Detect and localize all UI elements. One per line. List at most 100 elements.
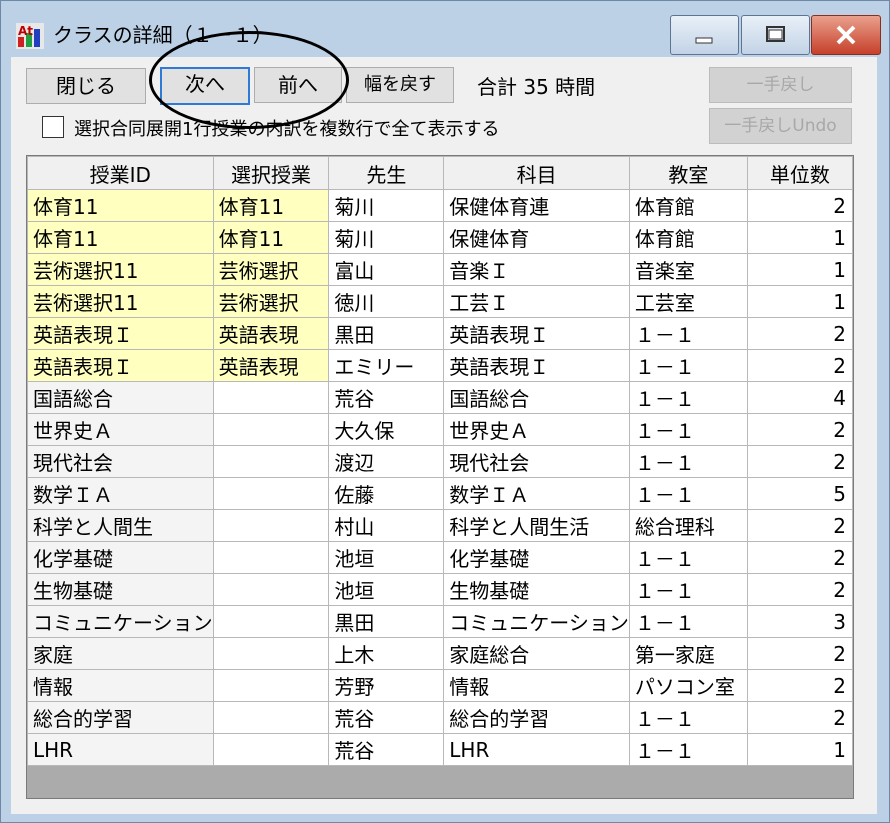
- lesson-id-cell[interactable]: 化学基礎: [27, 541, 214, 574]
- table-row[interactable]: 体育11 体育11 菊川 保健体育連 体育館 2: [27, 189, 853, 222]
- table-row[interactable]: 世界史Ａ 大久保 世界史Ａ １－１ 2: [27, 413, 853, 446]
- show-all-rows-checkbox[interactable]: [42, 116, 64, 138]
- room-cell[interactable]: 第一家庭: [628, 637, 748, 670]
- teacher-cell[interactable]: 黒田: [328, 605, 445, 638]
- header-elective[interactable]: 選択授業: [212, 156, 330, 190]
- elective-cell[interactable]: [212, 733, 330, 766]
- lesson-id-cell[interactable]: 生物基礎: [27, 573, 214, 606]
- table-row[interactable]: 体育11 体育11 菊川 保健体育 体育館 1: [27, 221, 853, 254]
- elective-cell[interactable]: [212, 413, 330, 446]
- table-row[interactable]: コミュニケーション 黒田 コミュニケーション １－１ 3: [27, 605, 853, 638]
- lesson-id-cell[interactable]: 世界史Ａ: [27, 413, 214, 446]
- subject-cell[interactable]: 科学と人間生活: [443, 509, 630, 542]
- teacher-cell[interactable]: 渡辺: [328, 445, 445, 478]
- room-cell[interactable]: １－１: [628, 477, 748, 510]
- subject-cell[interactable]: 音楽Ｉ: [443, 253, 630, 286]
- teacher-cell[interactable]: 大久保: [328, 413, 445, 446]
- subject-cell[interactable]: 数学ＩＡ: [443, 477, 630, 510]
- teacher-cell[interactable]: 荒谷: [328, 733, 445, 766]
- subject-cell[interactable]: 工芸Ｉ: [443, 285, 630, 318]
- units-cell[interactable]: 1: [746, 733, 853, 766]
- elective-cell[interactable]: 体育11: [212, 189, 330, 222]
- lesson-id-cell[interactable]: 体育11: [27, 189, 214, 222]
- units-cell[interactable]: 2: [746, 701, 853, 734]
- units-cell[interactable]: 1: [746, 285, 853, 318]
- units-cell[interactable]: 2: [746, 509, 853, 542]
- room-cell[interactable]: １－１: [628, 573, 748, 606]
- elective-cell[interactable]: [212, 637, 330, 670]
- elective-cell[interactable]: [212, 669, 330, 702]
- class-detail-grid[interactable]: 授業ID 選択授業 先生 科目 教室 単位数 体育11 体育11 菊川 保健体育連 体育…: [26, 155, 854, 799]
- table-row[interactable]: 化学基礎 池垣 化学基礎 １－１ 2: [27, 541, 853, 574]
- teacher-cell[interactable]: 菊川: [328, 189, 445, 222]
- room-cell[interactable]: １－１: [628, 413, 748, 446]
- subject-cell[interactable]: 情報: [443, 669, 630, 702]
- units-cell[interactable]: 2: [746, 445, 853, 478]
- table-row[interactable]: 芸術選択11 芸術選択 富山 音楽Ｉ 音楽室 1: [27, 253, 853, 286]
- teacher-cell[interactable]: 菊川: [328, 221, 445, 254]
- teacher-cell[interactable]: 池垣: [328, 541, 445, 574]
- lesson-id-cell[interactable]: 体育11: [27, 221, 214, 254]
- lesson-id-cell[interactable]: 国語総合: [27, 381, 214, 414]
- room-cell[interactable]: 工芸室: [628, 285, 748, 318]
- lesson-id-cell[interactable]: 数学ＩＡ: [27, 477, 214, 510]
- teacher-cell[interactable]: 芳野: [328, 669, 445, 702]
- elective-cell[interactable]: 英語表現: [212, 317, 330, 350]
- table-row[interactable]: 数学ＩＡ 佐藤 数学ＩＡ １－１ 5: [27, 477, 853, 510]
- header-teacher[interactable]: 先生: [328, 156, 445, 190]
- units-cell[interactable]: 5: [746, 477, 853, 510]
- subject-cell[interactable]: 保健体育連: [443, 189, 630, 222]
- table-row[interactable]: 総合的学習 荒谷 総合的学習 １－１ 2: [27, 701, 853, 734]
- units-cell[interactable]: 2: [746, 669, 853, 702]
- units-cell[interactable]: 2: [746, 573, 853, 606]
- lesson-id-cell[interactable]: 総合的学習: [27, 701, 214, 734]
- units-cell[interactable]: 1: [746, 253, 853, 286]
- lesson-id-cell[interactable]: 科学と人間生: [27, 509, 214, 542]
- table-row[interactable]: 英語表現Ｉ 英語表現 黒田 英語表現Ｉ １－１ 2: [27, 317, 853, 350]
- elective-cell[interactable]: [212, 381, 330, 414]
- elective-cell[interactable]: 芸術選択: [212, 285, 330, 318]
- teacher-cell[interactable]: 村山: [328, 509, 445, 542]
- table-row[interactable]: 科学と人間生 村山 科学と人間生活 総合理科 2: [27, 509, 853, 542]
- lesson-id-cell[interactable]: 現代社会: [27, 445, 214, 478]
- units-cell[interactable]: 2: [746, 349, 853, 382]
- table-row[interactable]: 英語表現Ｉ 英語表現 エミリー 英語表現Ｉ １－１ 2: [27, 349, 853, 382]
- teacher-cell[interactable]: 荒谷: [328, 701, 445, 734]
- room-cell[interactable]: 体育館: [628, 221, 748, 254]
- table-row[interactable]: 芸術選択11 芸術選択 徳川 工芸Ｉ 工芸室 1: [27, 285, 853, 318]
- maximize-button[interactable]: [741, 15, 810, 55]
- reset-width-button[interactable]: 幅を戻す: [346, 67, 454, 103]
- elective-cell[interactable]: [212, 509, 330, 542]
- room-cell[interactable]: １－１: [628, 445, 748, 478]
- room-cell[interactable]: １－１: [628, 349, 748, 382]
- elective-cell[interactable]: [212, 701, 330, 734]
- lesson-id-cell[interactable]: 英語表現Ｉ: [27, 349, 214, 382]
- close-dialog-button[interactable]: 閉じる: [26, 68, 146, 104]
- teacher-cell[interactable]: 上木: [328, 637, 445, 670]
- subject-cell[interactable]: 国語総合: [443, 381, 630, 414]
- header-room[interactable]: 教室: [628, 156, 748, 190]
- header-lesson-id[interactable]: 授業ID: [27, 156, 214, 190]
- units-cell[interactable]: 3: [746, 605, 853, 638]
- teacher-cell[interactable]: 徳川: [328, 285, 445, 318]
- room-cell[interactable]: １－１: [628, 701, 748, 734]
- title-bar[interactable]: At クラスの詳細（１－１）: [1, 1, 889, 57]
- elective-cell[interactable]: [212, 541, 330, 574]
- subject-cell[interactable]: 化学基礎: [443, 541, 630, 574]
- subject-cell[interactable]: 保健体育: [443, 221, 630, 254]
- subject-cell[interactable]: 現代社会: [443, 445, 630, 478]
- units-cell[interactable]: 2: [746, 189, 853, 222]
- subject-cell[interactable]: 英語表現Ｉ: [443, 349, 630, 382]
- table-row[interactable]: 情報 芳野 情報 パソコン室 2: [27, 669, 853, 702]
- lesson-id-cell[interactable]: 芸術選択11: [27, 253, 214, 286]
- subject-cell[interactable]: コミュニケーション: [443, 605, 630, 638]
- lesson-id-cell[interactable]: 家庭: [27, 637, 214, 670]
- table-row[interactable]: 現代社会 渡辺 現代社会 １－１ 2: [27, 445, 853, 478]
- room-cell[interactable]: １－１: [628, 317, 748, 350]
- room-cell[interactable]: 音楽室: [628, 253, 748, 286]
- lesson-id-cell[interactable]: 英語表現Ｉ: [27, 317, 214, 350]
- teacher-cell[interactable]: 黒田: [328, 317, 445, 350]
- units-cell[interactable]: 2: [746, 541, 853, 574]
- subject-cell[interactable]: 生物基礎: [443, 573, 630, 606]
- undo-undo-button[interactable]: 一手戻しUndo: [709, 108, 852, 144]
